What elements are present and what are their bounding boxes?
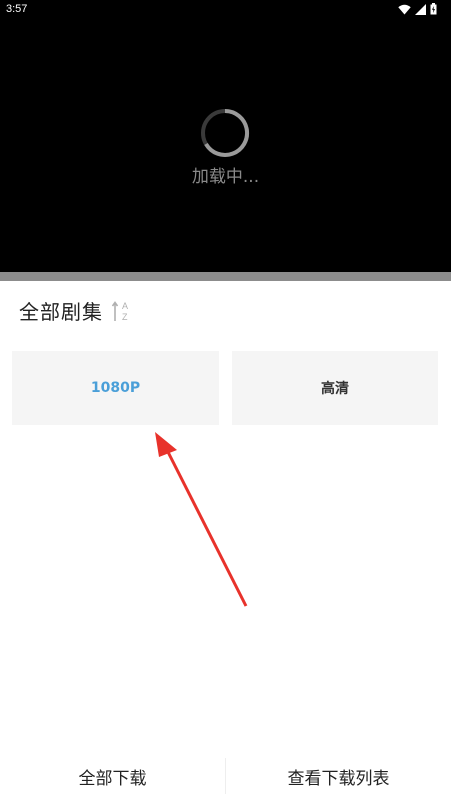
sort-letter-z: Z (122, 312, 128, 322)
video-player[interactable]: 3:57 加载中... (0, 0, 451, 272)
loading-text: 加载中... (191, 167, 260, 187)
episodes-header: 全部剧集 A Z (19, 296, 135, 324)
wifi-icon (398, 4, 411, 14)
quality-option-hd[interactable]: 高清 (232, 351, 438, 425)
sort-az-icon: A Z (111, 301, 128, 322)
status-time: 3:57 (6, 3, 28, 15)
panel-divider (0, 272, 451, 281)
bottom-action-bar: 全部下载 查看下载列表 (0, 756, 451, 802)
battery-icon (430, 3, 437, 15)
sort-letter-a: A (122, 301, 128, 311)
download-all-button[interactable]: 全部下载 (0, 756, 225, 796)
episodes-title: 全部剧集 (19, 299, 103, 324)
loading-spinner-icon (201, 108, 250, 157)
status-icons (398, 3, 437, 15)
sort-az-button[interactable]: A Z (111, 299, 135, 323)
quality-option-1080p[interactable]: 1080P (12, 351, 219, 425)
view-download-list-button[interactable]: 查看下载列表 (226, 756, 451, 796)
status-bar: 3:57 (0, 0, 451, 20)
signal-icon (415, 3, 426, 15)
